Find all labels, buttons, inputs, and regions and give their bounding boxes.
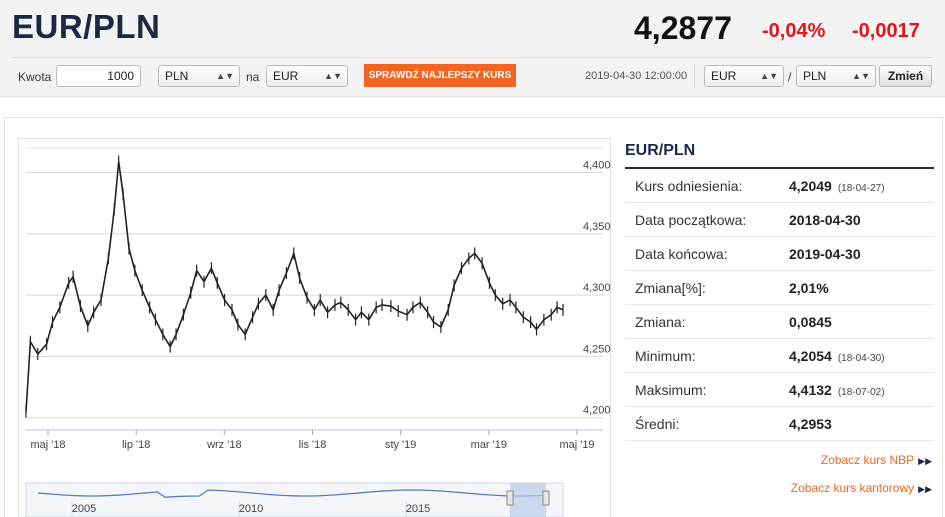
x-tick-label: lis '18 [299,439,327,451]
summary-row-maximum: Maksimum: 4,4132 (18-07-02) [625,373,934,407]
x-tick-label: maj '18 [30,439,65,451]
header-divider [12,57,933,58]
navigator: 2005 2010 2015 [25,482,564,517]
pair-slash: / [788,70,792,84]
navigator-handle-right [542,490,550,506]
row-label: Średni: [635,416,680,432]
summary-row-reference: Kurs odniesienia: 4,2049 (18-04-27) [625,169,934,203]
summary-row-start-date: Data początkowa: 2018-04-30 [625,203,934,237]
to-currency-select[interactable]: EUR ▲▼ [266,65,348,87]
nbp-rate-link[interactable]: Zobacz kurs NBP ▶▶ [760,453,932,467]
grid-layer [26,147,603,431]
summary-row-average: Średni: 4,2953 [625,407,934,441]
series-layer [25,155,564,418]
header-bar: EUR/PLN 4,2877 -0,04% -0,0017 Kwota 1000… [0,0,945,97]
navigator-tick-label: 2005 [72,503,96,515]
select-arrows-icon: ▲▼ [852,71,870,81]
row-value: 2,01% [789,280,829,296]
navigator-track [25,482,564,517]
row-label: Data końcowa: [635,246,728,262]
x-tick-label: sty '19 [385,439,416,451]
navigator-selection [510,483,546,517]
summary-row-change: Zmiana: 0,0845 [625,305,934,339]
best-rate-button[interactable]: SPRAWDŹ NAJLEPSZY KURS [364,64,516,87]
connector-label: na [246,70,260,84]
price-chart[interactable]: 4,2000 4,2500 4,3000 4,3500 4,4000 maj '18 li… [18,138,611,517]
pair-title: EUR/PLN [12,8,161,45]
kantor-link-label: Zobacz kurs kantorowy [790,481,915,495]
quote-datetime: 2019-04-30 12:00:00 [585,70,688,82]
row-label: Zmiana[%]: [635,280,706,296]
current-rate: 4,2877 [634,10,732,46]
quote-currency-value: PLN [803,69,827,83]
select-arrows-icon: ▲▼ [216,71,234,81]
y-axis: 4,2000 4,2500 4,3000 4,3500 4,4000 [583,160,611,417]
select-arrows-icon: ▲▼ [324,71,342,81]
nbp-link-label: Zobacz kurs NBP [820,453,915,467]
from-currency-select[interactable]: PLN ▲▼ [158,65,240,87]
row-date: (18-04-30) [837,353,885,364]
row-label: Zmiana: [635,314,686,330]
base-currency-select[interactable]: EUR ▲▼ [704,65,784,87]
select-arrows-icon: ▲▼ [760,71,778,81]
row-value-wrap: 4,4132 (18-07-02) [789,382,885,398]
row-value: 2018-04-30 [789,212,861,228]
series-line [25,161,564,412]
navigator-tick-label: 2015 [406,503,430,515]
row-value-wrap: 4,2049 (18-04-27) [789,178,885,194]
x-tick-label: mar '19 [471,439,507,451]
y-tick-label: 4,2000 [583,405,611,417]
row-date: (18-04-27) [837,183,885,194]
row-value: 2019-04-30 [789,246,861,262]
from-currency-value: PLN [165,69,189,83]
row-value: 0,0845 [789,314,832,330]
row-label: Maksimum: [635,382,707,398]
quote-currency-select[interactable]: PLN ▲▼ [796,65,876,87]
change-pair-button[interactable]: Zmień [879,65,932,87]
y-tick-label: 4,4000 [583,160,611,172]
x-axis: maj '18 lip '18 wrz '18 lis '18 sty '19 mar '… [30,430,595,451]
summary-row-end-date: Data końcowa: 2019-04-30 [625,237,934,271]
double-chevron-right-icon: ▶▶ [918,484,932,494]
toolbar-separator [694,64,695,88]
amount-input[interactable]: 1000 [56,65,141,87]
summary-row-minimum: Minimum: 4,2054 (18-04-30) [625,339,934,373]
navigator-handle-left [506,490,514,506]
base-currency-value: EUR [711,69,737,83]
double-chevron-right-icon: ▶▶ [918,456,932,466]
y-tick-label: 4,3500 [583,221,611,233]
row-label: Data początkowa: [635,212,747,228]
row-value-wrap: 4,2054 (18-04-30) [789,348,885,364]
x-tick-label: lip '18 [122,439,150,451]
change-percent: -0,04% [762,20,826,42]
amount-label: Kwota [18,70,52,84]
y-tick-label: 4,3000 [583,282,611,294]
navigator-tick-label: 2010 [239,503,263,515]
y-tick-label: 4,2500 [583,343,611,355]
summary-row-change-pct: Zmiana[%]: 2,01% [625,271,934,305]
row-value: 4,2049 [789,178,832,194]
row-label: Kurs odniesienia: [635,178,743,194]
x-tick-label: maj '19 [559,439,594,451]
row-value: 4,4132 [789,382,832,398]
row-value: 4,2054 [789,348,832,364]
summary-title: EUR/PLN [625,142,696,159]
row-value: 4,2953 [789,416,832,432]
row-date: (18-07-02) [837,387,885,398]
x-tick-label: wrz '18 [206,439,242,451]
kantor-rate-link[interactable]: Zobacz kurs kantorowy ▶▶ [740,481,932,495]
to-currency-value: EUR [273,69,299,83]
row-label: Minimum: [635,348,696,364]
change-absolute: -0,0017 [852,20,920,42]
